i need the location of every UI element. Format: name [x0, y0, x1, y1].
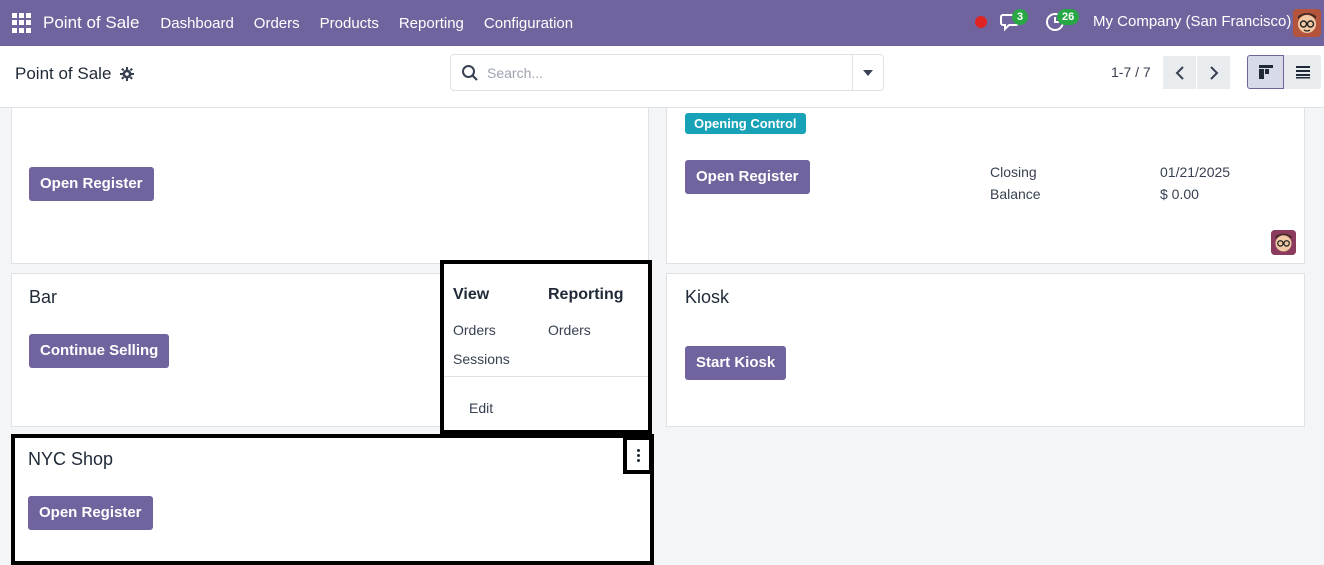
responsible-avatar	[1271, 230, 1296, 255]
search-icon	[462, 65, 478, 81]
pos-card-kiosk: Kiosk Start Kiosk	[666, 273, 1305, 427]
dropdown-view-sessions[interactable]: Sessions	[453, 351, 510, 367]
menu-orders[interactable]: Orders	[244, 15, 310, 32]
kanban-icon	[1258, 65, 1273, 79]
dropdown-header-view: View	[453, 286, 490, 303]
user-avatar-icon	[1293, 9, 1321, 37]
pager-next-button[interactable]	[1197, 56, 1230, 89]
apps-menu-icon[interactable]	[12, 13, 32, 33]
gear-icon[interactable]	[120, 67, 134, 84]
messages-button[interactable]: 3	[1000, 9, 1029, 37]
dropdown-view-orders[interactable]: Orders	[453, 322, 496, 338]
continue-selling-button[interactable]: Continue Selling	[29, 334, 170, 368]
pos-card-nyc-shop: NYC Shop Open Register	[11, 434, 654, 565]
menu-reporting[interactable]: Reporting	[389, 15, 474, 32]
recording-dot-icon[interactable]	[975, 16, 987, 28]
card-options-kebab-icon[interactable]	[623, 436, 653, 474]
pager-value[interactable]: 1-7 / 7	[1111, 64, 1151, 80]
open-register-button[interactable]: Open Register	[28, 496, 153, 530]
company-switcher[interactable]: My Company (San Francisco)	[1093, 13, 1291, 30]
kanban-view-button[interactable]	[1247, 55, 1284, 89]
card-title: Kiosk	[685, 287, 730, 307]
caret-down-icon	[863, 69, 873, 76]
card-title: Bar	[29, 287, 58, 307]
balance-value: $ 0.00	[1160, 186, 1199, 202]
pager-previous-button[interactable]	[1163, 56, 1196, 89]
messages-badge: 3	[1012, 9, 1029, 25]
start-kiosk-button[interactable]: Start Kiosk	[685, 346, 787, 380]
breadcrumb-title: Point of Sale	[15, 64, 112, 83]
list-icon	[1295, 66, 1310, 79]
chevron-left-icon	[1175, 65, 1184, 80]
open-register-button[interactable]: Open Register	[29, 167, 154, 201]
dropdown-header-reporting: Reporting	[548, 286, 624, 303]
menu-dashboard[interactable]: Dashboard	[150, 15, 243, 32]
user-avatar[interactable]	[1293, 9, 1321, 37]
menu-products[interactable]: Products	[310, 15, 389, 32]
balance-label: Balance	[990, 186, 1041, 202]
chevron-right-icon	[1209, 65, 1218, 80]
search-input[interactable]	[487, 55, 847, 90]
closing-label: Closing	[990, 164, 1037, 180]
status-badge: Opening Control	[685, 113, 806, 134]
activities-button[interactable]: 26	[1045, 9, 1080, 37]
app-name[interactable]: Point of Sale	[43, 13, 139, 33]
search-bar	[450, 54, 884, 91]
dropdown-edit[interactable]: Edit	[469, 400, 493, 416]
activities-badge: 26	[1057, 9, 1080, 25]
search-options-toggle[interactable]	[852, 55, 883, 90]
top-navbar: Point of Sale Dashboard Orders Products …	[0, 0, 1324, 46]
control-panel: Point of Sale 1-7 / 7	[0, 46, 1324, 108]
dropdown-divider	[444, 376, 648, 377]
main-menu: Dashboard Orders Products Reporting Conf…	[150, 15, 583, 32]
user-avatar-icon	[1271, 230, 1296, 255]
pos-card-top-left: Open Register	[11, 108, 649, 264]
dropdown-reporting-orders[interactable]: Orders	[548, 322, 591, 338]
pos-card-top-right: Opening Control Open Register Closing 01…	[666, 108, 1305, 264]
open-register-button[interactable]: Open Register	[685, 160, 810, 194]
list-view-button[interactable]	[1284, 55, 1321, 89]
menu-configuration[interactable]: Configuration	[474, 15, 583, 32]
card-options-dropdown: View Reporting Orders Sessions Orders Ed…	[440, 260, 652, 434]
card-title: NYC Shop	[28, 449, 114, 469]
closing-date: 01/21/2025	[1160, 164, 1231, 180]
